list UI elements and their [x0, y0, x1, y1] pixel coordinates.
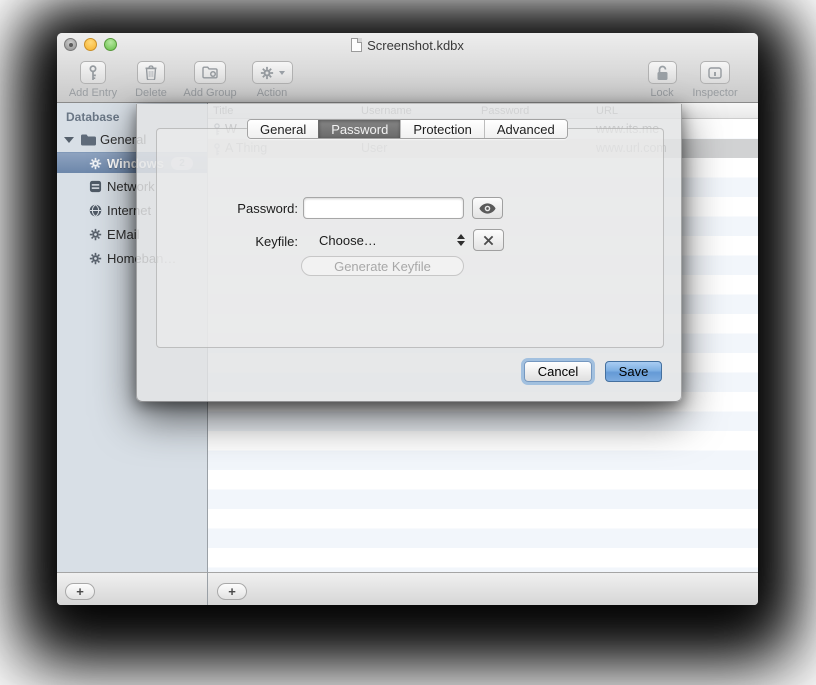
disclosure-triangle-icon[interactable]: [64, 137, 74, 143]
down-arrow-icon: [457, 241, 465, 246]
toolbar-delete[interactable]: Delete: [129, 61, 173, 99]
keyfile-field-label: Keyfile:: [197, 234, 298, 249]
password-field-label: Password:: [197, 201, 298, 216]
bottom-bar: + +: [57, 572, 758, 605]
password-settings-sheet: General Password Protection Advanced Pas…: [136, 104, 682, 402]
settings-tab-bar: General Password Protection Advanced: [247, 119, 568, 139]
toolbar-button-label: Action: [257, 87, 288, 99]
toolbar-button-label: Add Entry: [69, 87, 117, 99]
lock-button[interactable]: [648, 61, 677, 84]
chevron-down-icon: [279, 71, 285, 75]
toolbar-action[interactable]: Action: [249, 61, 295, 99]
x-icon: [483, 235, 494, 246]
sidebar-section-title: Database: [66, 110, 119, 124]
toolbar-add-group[interactable]: Add Group: [179, 61, 241, 99]
generate-keyfile-button: Generate Keyfile: [301, 256, 464, 276]
titlebar[interactable]: Screenshot.kdbx: [57, 33, 758, 55]
add-group-plus-button[interactable]: +: [65, 583, 95, 600]
gear-icon: [88, 156, 103, 171]
unlock-icon: [656, 65, 669, 81]
keyfile-popup-button[interactable]: Choose…: [319, 233, 377, 248]
gear-icon: [88, 251, 103, 266]
tab-password[interactable]: Password: [318, 120, 400, 138]
tab-general[interactable]: General: [248, 120, 318, 138]
gear-icon: [88, 227, 103, 242]
desktop-background: { "window": { "title": "Screenshot.kdbx"…: [0, 0, 816, 685]
window-title: Screenshot.kdbx: [367, 38, 464, 53]
toolbar-inspector[interactable]: Inspector: [687, 61, 743, 99]
toolbar-lock[interactable]: Lock: [645, 61, 679, 99]
toolbar-button-label: Inspector: [692, 87, 737, 99]
folder-icon: [81, 132, 96, 147]
toolbar-button-label: Add Group: [183, 87, 236, 99]
delete-button[interactable]: [137, 61, 165, 84]
tab-advanced[interactable]: Advanced: [484, 120, 567, 138]
tab-protection[interactable]: Protection: [400, 120, 484, 138]
info-icon: [708, 67, 722, 79]
toolbar: Add Entry Delete Add Group: [57, 55, 758, 103]
folder-plus-icon: [202, 66, 218, 79]
app-window: Database General Windows 2 Network: [57, 33, 758, 605]
window-chrome: Screenshot.kdbx Add Entry Delete: [57, 33, 758, 103]
plus-icon: +: [228, 585, 236, 598]
sidebar-item-label: EMail: [107, 227, 140, 242]
network-icon: [88, 179, 103, 194]
action-menu-button[interactable]: [252, 61, 293, 84]
globe-icon: [88, 203, 103, 218]
popup-stepper-icon[interactable]: [456, 231, 465, 249]
document-proxy-icon: [351, 38, 362, 52]
plus-icon: +: [76, 585, 84, 598]
add-entry-button[interactable]: [80, 61, 106, 84]
add-entry-plus-button[interactable]: +: [217, 583, 247, 600]
trash-icon: [145, 65, 157, 80]
up-arrow-icon: [457, 234, 465, 239]
eye-icon: [479, 203, 496, 214]
inspector-button[interactable]: [700, 61, 730, 84]
save-button[interactable]: Save: [605, 361, 662, 382]
password-input[interactable]: [303, 197, 464, 219]
toolbar-add-entry[interactable]: Add Entry: [63, 61, 123, 99]
gear-icon: [260, 66, 274, 80]
cancel-button[interactable]: Cancel: [524, 361, 592, 382]
show-password-button[interactable]: [472, 197, 503, 219]
key-icon: [88, 65, 98, 81]
clear-keyfile-button[interactable]: [473, 229, 504, 251]
add-group-button[interactable]: [194, 61, 226, 84]
toolbar-button-label: Delete: [135, 87, 167, 99]
toolbar-button-label: Lock: [650, 87, 673, 99]
